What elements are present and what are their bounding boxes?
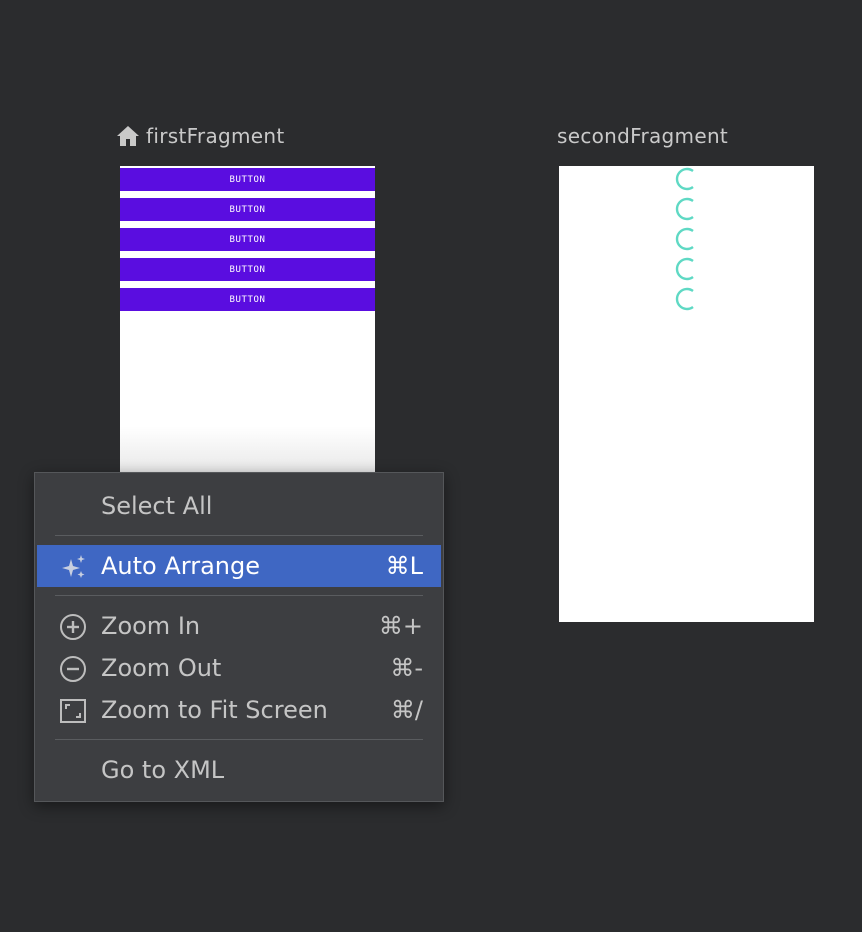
first-fragment-label[interactable]: firstFragment	[116, 124, 285, 148]
zoom-fit-label: Zoom to Fit Screen	[101, 696, 328, 724]
zoom-in-label: Zoom In	[101, 612, 201, 640]
preview-button-5[interactable]: BUTTON	[120, 288, 375, 311]
menu-item-zoom-fit[interactable]: Zoom to Fit Screen ⌘/	[37, 689, 441, 731]
preview-button-1[interactable]: BUTTON	[120, 168, 375, 191]
select-all-label: Select All	[101, 492, 213, 520]
menu-item-go-to-xml[interactable]: Go to XML	[37, 749, 441, 791]
preview-button-3[interactable]: BUTTON	[120, 228, 375, 251]
second-fragment-label[interactable]: secondFragment	[557, 124, 728, 148]
menu-item-zoom-out[interactable]: Zoom Out ⌘-	[37, 647, 441, 689]
auto-arrange-shortcut: ⌘L	[385, 552, 423, 580]
spinner-icon	[675, 227, 694, 251]
zoom-out-label: Zoom Out	[101, 654, 222, 682]
first-fragment-title: firstFragment	[146, 124, 285, 148]
sparkle-icon	[62, 555, 85, 578]
zoom-fit-shortcut: ⌘/	[390, 696, 423, 724]
menu-item-zoom-in[interactable]: Zoom In ⌘+	[37, 605, 441, 647]
zoom-fit-icon	[60, 699, 86, 723]
zoom-out-shortcut: ⌘-	[390, 654, 423, 682]
menu-divider	[55, 739, 423, 740]
menu-item-auto-arrange[interactable]: Auto Arrange ⌘L	[37, 545, 441, 587]
first-fragment-preview[interactable]: BUTTON BUTTON BUTTON BUTTON BUTTON	[120, 166, 375, 472]
preview-button-2[interactable]: BUTTON	[120, 198, 375, 221]
menu-item-select-all[interactable]: Select All	[37, 485, 441, 527]
menu-divider	[55, 535, 423, 536]
auto-arrange-label: Auto Arrange	[101, 552, 260, 580]
spinner-icon	[675, 197, 694, 221]
home-icon	[117, 126, 139, 146]
zoom-out-icon	[60, 656, 86, 682]
zoom-in-shortcut: ⌘+	[378, 612, 423, 640]
menu-divider	[55, 595, 423, 596]
spinner-icon	[675, 287, 694, 311]
second-fragment-title: secondFragment	[557, 124, 729, 148]
preview-button-4[interactable]: BUTTON	[120, 258, 375, 281]
context-menu: Select All Auto Arrange ⌘L Zoom In ⌘+ Zo…	[34, 472, 444, 802]
spinner-icon	[675, 167, 694, 191]
go-to-xml-label: Go to XML	[101, 756, 225, 784]
spinner-icon	[675, 257, 694, 281]
zoom-in-icon	[60, 614, 86, 640]
